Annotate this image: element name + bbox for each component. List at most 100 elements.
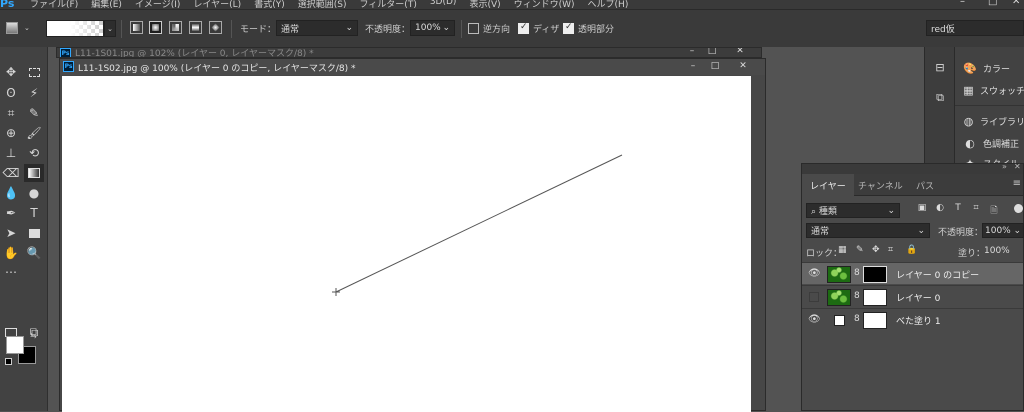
opacity-field[interactable]: 100% ⌄ <box>410 20 455 36</box>
type-filter-icon[interactable]: T <box>952 203 964 215</box>
tab-channels[interactable]: チャンネル <box>850 174 911 196</box>
clone-stamp-tool-icon[interactable]: ⊥ <box>1 144 21 162</box>
angle-gradient-button[interactable] <box>169 21 182 34</box>
swatches-panel-tab[interactable]: ▦ スウォッチ <box>955 79 1024 101</box>
menu-window[interactable]: ウィンドウ(W) <box>514 0 575 9</box>
visibility-off-box[interactable] <box>809 292 819 302</box>
linear-gradient-button[interactable] <box>130 21 143 34</box>
tool-preset-picker[interactable]: ⌄ <box>6 20 38 36</box>
fill-value-field[interactable]: 100% <box>984 246 1010 256</box>
reverse-checkbox[interactable]: 逆方向 <box>468 20 510 36</box>
menu-type[interactable]: 書式(Y) <box>254 0 285 9</box>
eyedropper-tool-icon[interactable]: ✎ <box>24 104 44 122</box>
menu-view[interactable]: 表示(V) <box>469 0 500 9</box>
background-document-window[interactable]: Ps L11-1S01.jpg @ 102% (レイヤー 0, レイヤーマスク/… <box>56 47 762 58</box>
history-panel-icon[interactable]: ⊟ <box>933 61 947 75</box>
tab-layers[interactable]: レイヤー <box>802 174 854 196</box>
maximize-icon[interactable]: □ <box>707 48 717 56</box>
adjustments-panel-tab[interactable]: ◐ 色調補正 <box>955 132 1024 154</box>
libraries-panel-tab[interactable]: ◍ ライブラリ <box>955 110 1024 132</box>
minimize-icon[interactable]: – <box>687 48 697 56</box>
zoom-tool-icon[interactable]: 🔍 <box>24 244 44 262</box>
dither-checkbox[interactable]: ディザ <box>518 20 559 36</box>
adjustment-filter-icon[interactable]: ◐ <box>934 203 946 215</box>
color-panel-tab[interactable]: 🎨 カラー <box>955 57 1024 79</box>
transparency-checkbox[interactable]: 透明部分 <box>563 20 614 36</box>
gradient-tool-icon[interactable] <box>24 164 44 182</box>
lock-position-icon[interactable]: ✥ <box>872 245 880 255</box>
layer-row[interactable]: 👁 8 べた塗り 1 <box>802 308 1023 330</box>
layer-opacity-field[interactable]: 100% ⌄ <box>982 223 1024 238</box>
close-icon[interactable]: ✕ <box>738 61 748 71</box>
minimize-icon[interactable]: – <box>688 61 698 71</box>
pen-tool-icon[interactable]: ✒ <box>1 204 21 222</box>
link-chain-icon[interactable]: 8 <box>854 291 860 301</box>
lock-artboard-icon[interactable]: ⌗ <box>888 245 893 255</box>
smart-object-filter-icon[interactable]: 🗎 <box>988 203 1000 216</box>
layer-row[interactable]: 👁 8 レイヤー 0 のコピー <box>802 262 1023 284</box>
more-tools-icon[interactable]: ⋯ <box>1 263 21 281</box>
path-selection-tool-icon[interactable]: ➤ <box>1 224 21 242</box>
layer-mask-thumbnail[interactable] <box>863 266 887 283</box>
rectangle-tool-icon[interactable] <box>24 224 44 242</box>
menu-layer[interactable]: レイヤー(L) <box>193 0 241 9</box>
filter-toggle-icon[interactable] <box>1014 204 1023 213</box>
menu-image[interactable]: イメージ(I) <box>135 0 181 9</box>
properties-panel-icon[interactable]: ⧉ <box>933 91 947 105</box>
link-chain-icon[interactable]: 8 <box>854 268 860 278</box>
layer-mask-thumbnail[interactable] <box>863 312 887 329</box>
type-tool-icon[interactable]: T <box>24 204 44 222</box>
foreground-color-swatch[interactable] <box>6 336 24 354</box>
layer-mask-thumbnail[interactable] <box>863 289 887 306</box>
menu-filter[interactable]: フィルター(T) <box>359 0 416 9</box>
lock-all-icon[interactable]: 🔒 <box>906 245 917 255</box>
gradient-picker-dropdown[interactable]: ⌄ <box>104 20 116 37</box>
panel-header[interactable]: » ✕ <box>802 162 1023 174</box>
collapse-icon[interactable]: » <box>1002 162 1007 171</box>
eye-visibility-icon[interactable]: 👁 <box>808 314 821 326</box>
lasso-tool-icon[interactable]: ʘ <box>1 84 21 102</box>
tab-paths[interactable]: パス <box>908 174 942 196</box>
maximize-icon[interactable]: □ <box>710 61 720 71</box>
document-titlebar[interactable]: Ps L11-1S02.jpg @ 100% (レイヤー 0 のコピー, レイヤ… <box>60 59 765 75</box>
document-canvas[interactable] <box>62 76 751 412</box>
screen-mode-icon[interactable]: ⧉ <box>24 323 44 341</box>
marquee-tool-icon[interactable] <box>24 63 44 81</box>
eraser-tool-icon[interactable]: ⌫ <box>1 164 21 182</box>
magic-wand-tool-icon[interactable]: ⚡ <box>24 84 44 102</box>
lock-image-icon[interactable]: ✎ <box>856 245 864 255</box>
default-colors-icon[interactable] <box>5 358 12 365</box>
hand-tool-icon[interactable]: ✋ <box>1 244 21 262</box>
panel-menu-icon[interactable]: ≡ <box>1013 178 1021 189</box>
close-icon[interactable]: ✕ <box>1014 162 1021 171</box>
blend-mode-select[interactable]: 通常 ⌄ <box>806 223 930 238</box>
menu-3d[interactable]: 3D(D) <box>430 0 457 9</box>
move-tool-icon[interactable]: ✥ <box>1 63 21 81</box>
app-maximize-icon[interactable]: □ <box>988 0 997 7</box>
lock-transparent-icon[interactable]: ▦ <box>838 245 847 255</box>
shape-filter-icon[interactable]: ⌗ <box>970 203 982 215</box>
menu-file[interactable]: ファイル(F) <box>30 0 78 9</box>
gradient-swatch[interactable] <box>46 20 104 37</box>
reflected-gradient-button[interactable] <box>189 21 202 34</box>
menu-select[interactable]: 選択範囲(S) <box>298 0 347 9</box>
history-brush-tool-icon[interactable]: ⟲ <box>24 144 44 162</box>
workspace-search-input[interactable]: red仮 <box>926 20 1024 36</box>
eye-visibility-icon[interactable]: 👁 <box>808 268 821 280</box>
layer-filter-select[interactable]: ⌕ 種類 ⌄ <box>806 203 900 218</box>
app-minimize-icon[interactable]: – <box>960 0 965 7</box>
pixel-filter-icon[interactable]: ▣ <box>916 203 928 215</box>
brush-tool-icon[interactable]: 🖌 <box>24 124 44 142</box>
diamond-gradient-button[interactable] <box>209 21 222 34</box>
menu-help[interactable]: ヘルプ(H) <box>588 0 629 9</box>
link-chain-icon[interactable]: 8 <box>854 314 860 324</box>
radial-gradient-button[interactable] <box>149 21 162 34</box>
layer-row[interactable]: 8 レイヤー 0 <box>802 285 1023 307</box>
close-icon[interactable]: ✕ <box>735 48 745 56</box>
app-close-icon[interactable]: ✕ <box>1012 0 1020 7</box>
healing-brush-tool-icon[interactable]: ⊕ <box>1 124 21 142</box>
menu-edit[interactable]: 編集(E) <box>91 0 122 9</box>
crop-tool-icon[interactable]: ⌗ <box>1 104 21 122</box>
dodge-tool-icon[interactable]: ● <box>24 184 44 202</box>
mode-select[interactable]: 通常 ⌄ <box>276 20 358 36</box>
